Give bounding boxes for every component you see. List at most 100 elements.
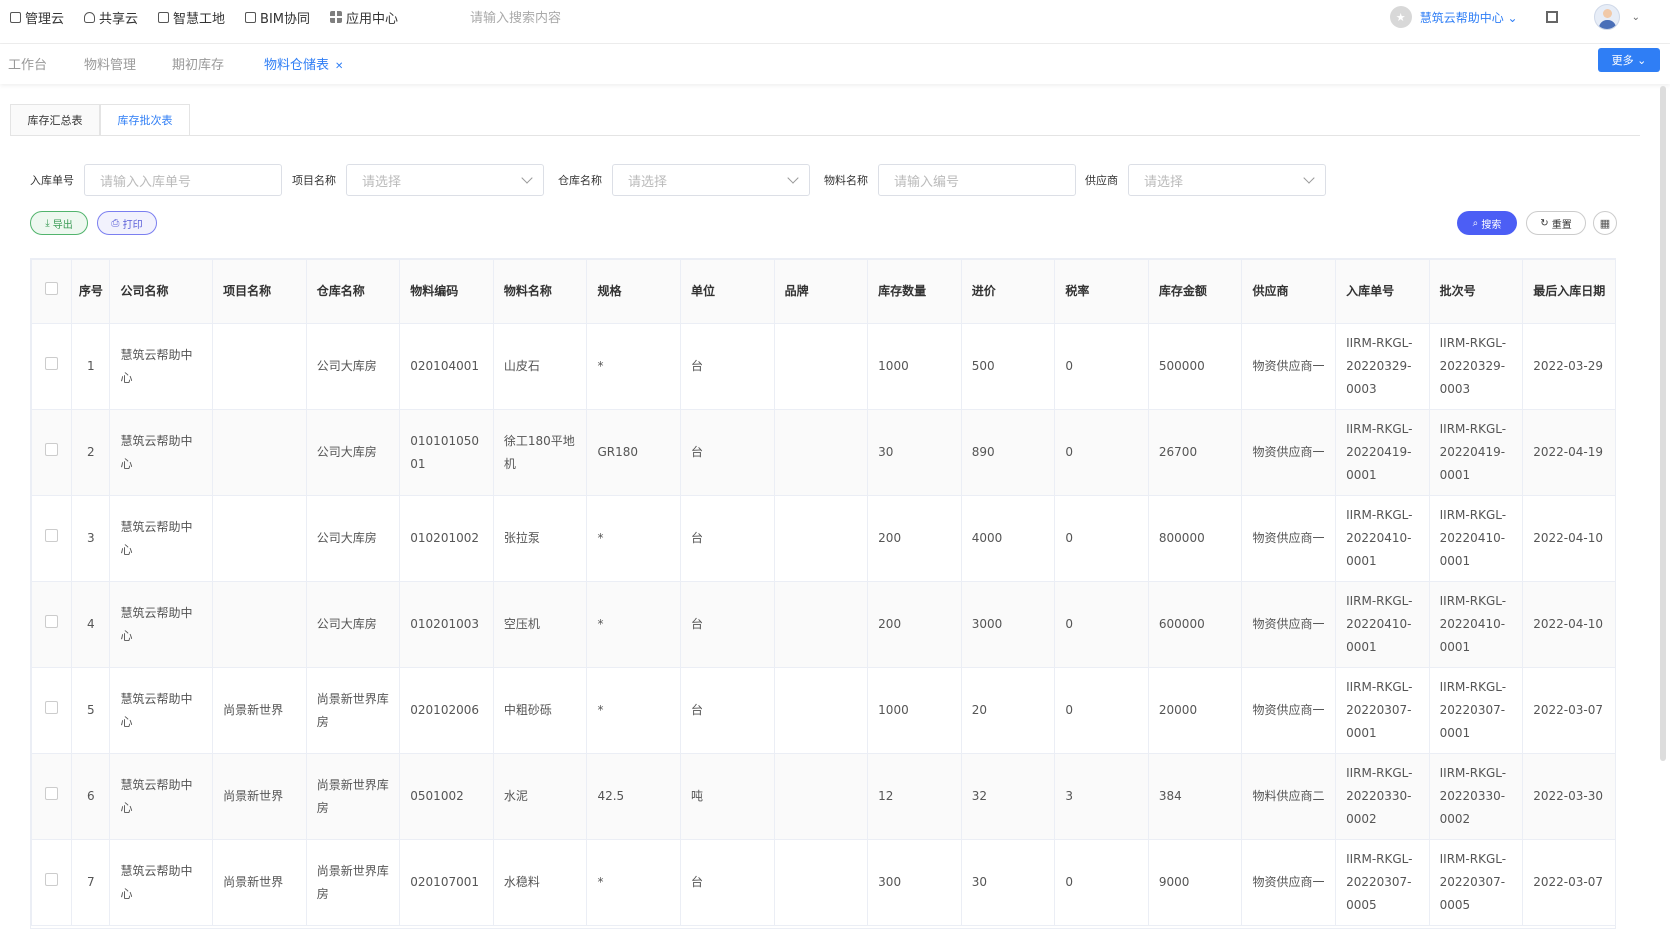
table-cell: 5 [71, 667, 111, 754]
material-input[interactable]: 请输入编号 [878, 164, 1076, 196]
doc-icon [158, 11, 170, 23]
row-checkbox-cell[interactable] [31, 409, 73, 496]
table-cell [773, 839, 869, 926]
tab-material-management[interactable]: 物料管理 [84, 54, 136, 73]
column-header: 入库单号 [1335, 259, 1430, 324]
print-button[interactable]: ⎙ 打印 [97, 211, 157, 235]
table-cell: 慧筑云帮助中心 [109, 839, 214, 926]
reset-button[interactable]: ↻ 重置 [1526, 211, 1586, 235]
table-cell: 600000 [1147, 581, 1243, 668]
checkbox[interactable] [45, 443, 59, 456]
table-cell [773, 495, 869, 582]
filter-label-warehouse: 仓库名称 [558, 174, 602, 187]
search-button[interactable]: ⌕ 搜索 [1457, 211, 1517, 235]
checkbox[interactable] [45, 282, 59, 295]
table-cell: 张拉泵 [492, 495, 588, 582]
avatar[interactable] [1593, 4, 1620, 30]
table-cell: 台 [680, 839, 775, 926]
table-cell: IIRM-RKGL-20220307-0005 [1428, 839, 1524, 926]
select-all-checkbox-cell[interactable] [31, 259, 73, 324]
subtab-inventory-summary[interactable]: 库存汇总表 [10, 104, 100, 136]
table-row[interactable]: 4 慧筑云帮助中心 公司大库房 010201003 空压机 * 台 200 3000 0 60000… [31, 581, 1615, 668]
tab-initial-inventory[interactable]: 期初库存 [172, 54, 224, 73]
table-cell: 尚景新世界 [212, 753, 307, 840]
tab-material-storage[interactable]: 物料仓储表 ✕ [264, 54, 343, 73]
print-label: 打印 [122, 219, 143, 231]
table-cell: 1 [71, 323, 111, 410]
table-row[interactable]: 2 慧筑云帮助中心 公司大库房 01010105001 徐工180平地机 GR180 台 30… [31, 409, 1615, 496]
table-cell: * [586, 667, 682, 754]
table-row[interactable]: 6 慧筑云帮助中心 尚景新世界 尚景新世界库房 0501002 水泥 42.5 吨 12 32 3 3… [31, 753, 1615, 840]
table-row[interactable]: 3 慧筑云帮助中心 公司大库房 010201002 张拉泵 * 台 200 4000 0 80000… [31, 495, 1615, 582]
topnav-item-shared-cloud[interactable]: 共享云 [84, 8, 138, 27]
table-cell: 30 [867, 409, 962, 496]
column-header: 批次号 [1428, 259, 1524, 324]
topnav-item-management-cloud[interactable]: 管理云 [10, 8, 64, 27]
table-cell: * [586, 839, 682, 926]
table-cell [212, 409, 307, 496]
export-button[interactable]: ⤓ 导出 [30, 211, 88, 235]
checkbox[interactable] [45, 873, 59, 886]
topnav-label: 智慧工地 [173, 11, 226, 27]
scrollbar[interactable] [1660, 86, 1666, 761]
table-row[interactable]: 5 慧筑云帮助中心 尚景新世界 尚景新世界库房 020102006 中粗砂砾 * 台 1000 2… [31, 667, 1615, 754]
more-button[interactable]: 更多 ⌄ [1598, 48, 1660, 72]
org-switcher[interactable]: 慧筑云帮助中心 ⌄ [1420, 9, 1518, 26]
export-label: 导出 [52, 219, 73, 231]
global-search-input[interactable] [470, 8, 770, 28]
row-checkbox-cell[interactable] [31, 753, 73, 840]
close-icon[interactable]: ✕ [335, 61, 343, 72]
table-cell: 尚景新世界库房 [305, 839, 401, 926]
placeholder: 请输入入库单号 [100, 174, 192, 190]
table-cell: 3 [71, 495, 111, 582]
column-header: 仓库名称 [305, 259, 401, 324]
subtab-label: 库存批次表 [117, 114, 173, 127]
table-cell: * [586, 581, 682, 668]
table-cell: 2022-04-10 [1522, 581, 1615, 668]
checkbox[interactable] [45, 787, 59, 800]
table-cell: 慧筑云帮助中心 [109, 581, 214, 668]
supplier-select[interactable]: 请选择 [1128, 164, 1326, 196]
fullscreen-icon[interactable] [1545, 11, 1558, 23]
row-checkbox-cell[interactable] [31, 323, 73, 410]
project-select[interactable]: 请选择 [346, 164, 544, 196]
row-checkbox-cell[interactable] [31, 667, 73, 754]
table-cell: 9000 [1147, 839, 1243, 926]
subtab-inventory-batch[interactable]: 库存批次表 [100, 104, 190, 136]
table-cell: 500000 [1147, 323, 1243, 410]
row-checkbox-cell[interactable] [31, 839, 73, 926]
topnav-label: BIM协同 [260, 11, 311, 27]
checkbox[interactable] [45, 357, 59, 370]
table-row[interactable]: 1 慧筑云帮助中心 公司大库房 020104001 山皮石 * 台 1000 500 0 50000… [31, 323, 1615, 410]
column-settings-button[interactable]: ▦ [1593, 211, 1617, 235]
table-cell: 2022-03-07 [1522, 839, 1615, 926]
chevron-down-icon: ⌄ [1507, 10, 1518, 25]
table-cell: 0501002 [399, 753, 494, 840]
row-checkbox-cell[interactable] [31, 581, 73, 668]
table-cell [773, 409, 869, 496]
table-cell: 020107001 [399, 839, 494, 926]
checkbox[interactable] [45, 615, 59, 628]
table-row[interactable]: 7 慧筑云帮助中心 尚景新世界 尚景新世界库房 020107001 水稳料 * 台 300 30 0… [31, 839, 1615, 926]
table-cell: 42.5 [586, 753, 682, 840]
checkbox[interactable] [45, 701, 59, 714]
column-header: 单位 [680, 259, 775, 324]
topnav-item-app-center[interactable]: 应用中心 [330, 8, 398, 27]
table-cell: 山皮石 [492, 323, 588, 410]
table-cell: 30 [960, 839, 1056, 926]
column-header: 最后入库日期 [1522, 259, 1615, 324]
topnav-item-smart-site[interactable]: 智慧工地 [158, 8, 225, 27]
row-checkbox-cell[interactable] [31, 495, 73, 582]
warehouse-select[interactable]: 请选择 [612, 164, 810, 196]
topnav-item-bim[interactable]: BIM协同 [245, 8, 310, 27]
chevron-down-icon[interactable]: ⌄ [1632, 12, 1640, 23]
table-cell: 尚景新世界 [212, 839, 307, 926]
table-cell: 2022-03-30 [1522, 753, 1615, 840]
table-cell: 500 [960, 323, 1056, 410]
receipt-no-input[interactable]: 请输入入库单号 [84, 164, 282, 196]
checkbox[interactable] [45, 529, 59, 542]
table-cell: 32 [960, 753, 1056, 840]
table-cell: 物资供应商一 [1241, 495, 1337, 582]
tab-label: 物料管理 [84, 58, 137, 73]
tab-workbench[interactable]: 工作台 [8, 54, 47, 73]
